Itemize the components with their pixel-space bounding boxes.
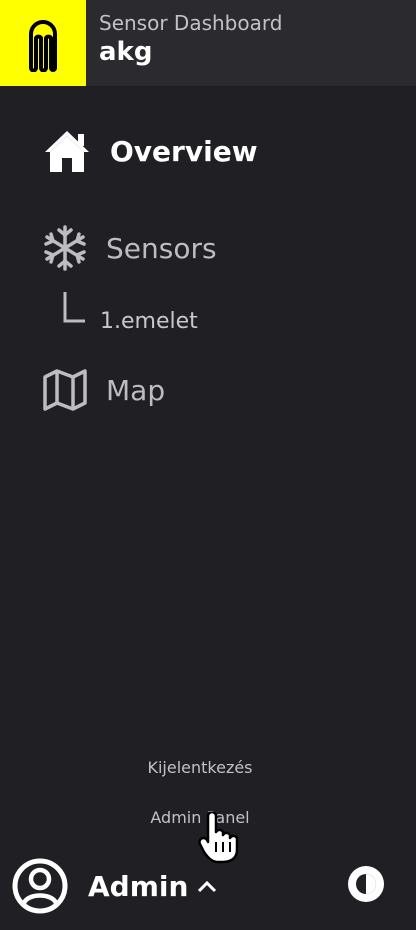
- tree-branch-icon: [63, 292, 85, 323]
- theme-toggle-button[interactable]: [347, 865, 385, 907]
- contrast-icon: [348, 866, 384, 902]
- nav-item-overview[interactable]: Overview: [42, 128, 258, 174]
- user-name: Admin: [88, 869, 189, 903]
- logo-icon: [29, 20, 57, 72]
- hand-cursor-icon: [198, 810, 240, 868]
- nav-label-1-emelet: 1.emelet: [100, 309, 198, 334]
- nav-item-map[interactable]: Map: [42, 368, 165, 412]
- user-avatar-icon: [12, 858, 68, 914]
- app-subtitle: Sensor Dashboard: [99, 11, 283, 35]
- nav-item-sensors[interactable]: Sensors: [42, 224, 217, 272]
- nav-label-overview: Overview: [110, 134, 258, 168]
- map-icon: [43, 369, 87, 411]
- chevron-up-icon: [198, 880, 217, 893]
- app-header: Sensor Dashboard akg: [0, 0, 416, 86]
- logout-link[interactable]: Kijelentkezés: [0, 758, 400, 777]
- app-title: akg: [99, 37, 153, 67]
- brand: Sensor Dashboard akg: [86, 0, 282, 86]
- snowflake-icon: [44, 225, 86, 271]
- app-logo[interactable]: [0, 0, 86, 86]
- user-menu[interactable]: Admin: [12, 858, 218, 914]
- nav-item-1-emelet[interactable]: 1.emelet: [62, 290, 198, 334]
- nav-label-sensors: Sensors: [106, 231, 217, 265]
- home-icon: [45, 131, 89, 172]
- nav-label-map: Map: [106, 373, 166, 407]
